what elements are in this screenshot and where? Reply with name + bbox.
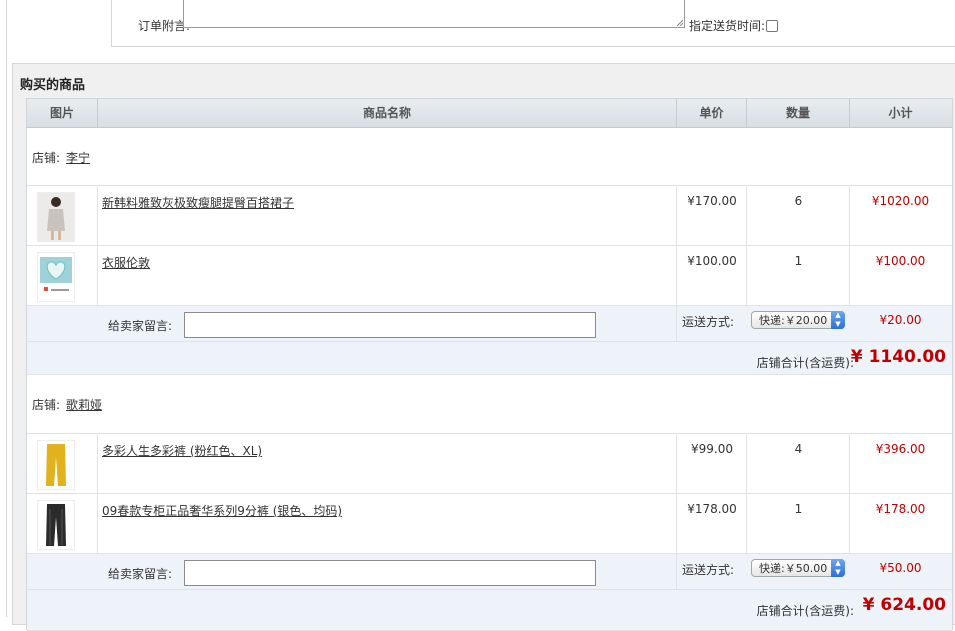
shop-total-amount: 624.00 [880, 595, 946, 615]
product-thumbnail[interactable] [37, 252, 75, 302]
table-header: 图片 商品名称 单价 数量 小计 [27, 99, 952, 128]
product-thumbnail[interactable] [37, 500, 75, 550]
order-note-textarea[interactable] [183, 0, 685, 28]
pants-image [38, 441, 74, 489]
shop-total-row: 店铺合计(含运费): ¥ 1140.00 [27, 342, 952, 375]
order-note-area: 订单附言: 指定送货时间: [111, 0, 955, 47]
select-arrows-icon: ▲ ▼ [831, 311, 845, 329]
shop-row: 店铺: 歌莉娅 [27, 375, 952, 434]
shop-total-label: 店铺合计(含运费): [756, 604, 854, 618]
delivery-time-label: 指定送货时间: [689, 19, 766, 33]
currency-symbol: ¥ [862, 595, 875, 615]
item-subtotal: ¥178.00 [875, 502, 926, 516]
pants-image [38, 501, 74, 549]
shop-row: 店铺: 李宁 [27, 128, 952, 186]
shipping-method-label: 运送方式: [682, 563, 735, 577]
shipping-fee: ¥50.00 [879, 561, 922, 575]
item-subtotal: ¥100.00 [875, 254, 926, 268]
shipping-method-label: 运送方式: [682, 315, 735, 329]
seller-message-label: 给卖家留言: [108, 319, 173, 333]
seller-message-row: 给卖家留言: 运送方式: 快递:￥50.00 ▲ ▼ ¥50.00 [27, 554, 952, 590]
seller-message-input[interactable] [184, 560, 596, 586]
shipping-method-select[interactable]: 快递:￥20.00 ▲ ▼ [751, 311, 845, 329]
shop-label: 店铺: [32, 151, 61, 165]
quantity: 4 [794, 442, 803, 456]
shop-link[interactable]: 李宁 [66, 151, 90, 165]
product-name-link[interactable]: 09春款专柜正品奢华系列9分裤 (银色、均码) [102, 502, 342, 519]
table-row: 多彩人生多彩裤 (粉红色、XL) ¥99.00 4 ¥396.00 [27, 434, 952, 494]
product-name-link[interactable]: 多彩人生多彩裤 (粉红色、XL) [102, 442, 262, 459]
product-thumbnail[interactable] [37, 192, 75, 242]
left-border [6, 0, 7, 617]
shop-total-row: 店铺合计(含运费): ¥ 624.00 [27, 590, 952, 631]
shipping-option: 快递:￥50.00 [759, 562, 828, 575]
shop-total-label: 店铺合计(含运费): [756, 356, 854, 370]
select-arrows-icon: ▲ ▼ [831, 559, 845, 577]
header-qty: 数量 [747, 99, 850, 127]
item-subtotal: ¥396.00 [875, 442, 926, 456]
table-row: 09春款专柜正品奢华系列9分裤 (银色、均码) ¥178.00 1 ¥178.0… [27, 494, 952, 554]
seller-message-row: 给卖家留言: 运送方式: 快递:￥20.00 ▲ ▼ ¥20.00 [27, 306, 952, 342]
shipping-fee: ¥20.00 [879, 313, 922, 327]
quantity: 1 [794, 254, 803, 268]
product-thumbnail[interactable] [37, 440, 75, 490]
quantity: 1 [794, 502, 803, 516]
unit-price: ¥170.00 [687, 194, 737, 208]
unit-price: ¥100.00 [687, 254, 737, 268]
shop-total-value: ¥ 1140.00 [851, 347, 946, 367]
header-subtotal: 小计 [888, 106, 913, 120]
header-price: 单价 [677, 99, 747, 127]
quantity: 6 [794, 194, 803, 208]
product-name-link[interactable]: 衣服伦敦 [102, 254, 150, 271]
shop-label: 店铺: [32, 398, 61, 412]
unit-price: ¥178.00 [687, 502, 737, 516]
unit-price: ¥99.00 [691, 442, 733, 456]
shop-link[interactable]: 歌莉娅 [66, 398, 102, 412]
shop-total-amount: 1140.00 [868, 347, 946, 367]
header-name: 商品名称 [98, 99, 677, 127]
seller-message-input[interactable] [184, 312, 596, 338]
table-row: 衣服伦敦 ¥100.00 1 ¥100.00 [27, 246, 952, 306]
currency-symbol: ¥ [850, 347, 863, 367]
shipping-option: 快递:￥20.00 [759, 314, 828, 327]
delivery-time-checkbox[interactable] [766, 20, 778, 32]
dress-image [38, 193, 74, 241]
seller-message-label: 给卖家留言: [108, 567, 173, 581]
item-subtotal: ¥1020.00 [871, 194, 930, 208]
product-name-link[interactable]: 新韩料雅致灰极致瘦腿提臀百搭裙子 [102, 194, 294, 211]
shirt-image [38, 253, 74, 301]
product-table: 图片 商品名称 单价 数量 小计 店铺: 李宁 新韩料雅致灰极致瘦腿提臀百搭裙子 … [26, 98, 953, 631]
shop-total-value: ¥ 624.00 [863, 595, 946, 615]
shipping-method-select[interactable]: 快递:￥50.00 ▲ ▼ [751, 559, 845, 577]
header-image: 图片 [27, 99, 98, 127]
resize-grip-icon[interactable] [676, 19, 683, 26]
table-row: 新韩料雅致灰极致瘦腿提臀百搭裙子 ¥170.00 6 ¥1020.00 [27, 186, 952, 246]
section-title: 购买的商品 [20, 78, 86, 93]
